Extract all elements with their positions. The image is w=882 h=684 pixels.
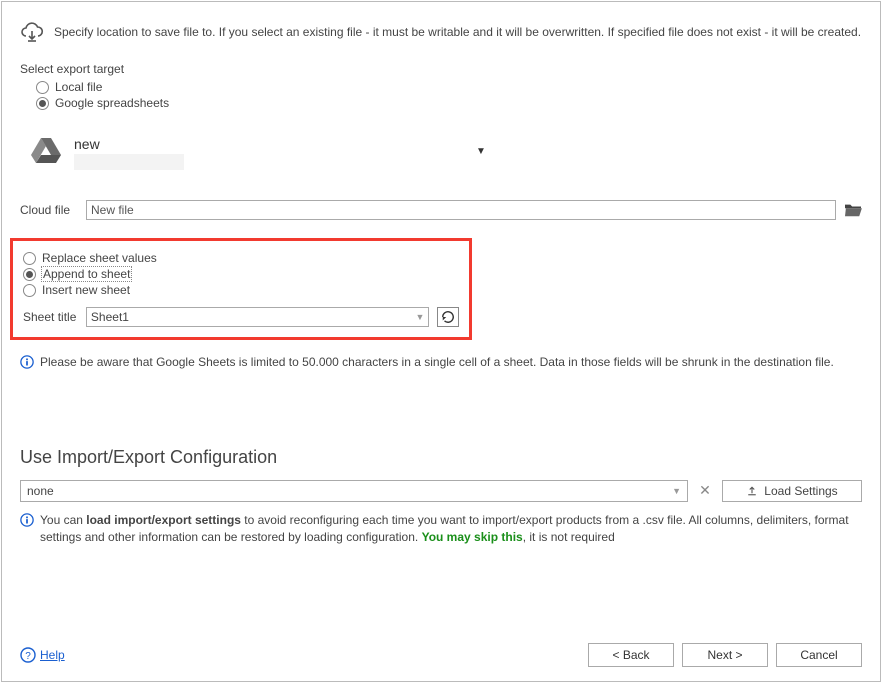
info-icon	[20, 513, 34, 527]
import-export-heading: Use Import/Export Configuration	[20, 447, 862, 468]
account-name: new	[74, 136, 184, 152]
cloud-file-input[interactable]	[86, 200, 836, 220]
txt-part: You can	[40, 513, 86, 527]
back-button[interactable]: < Back	[588, 643, 674, 667]
radio-local-file[interactable]: Local file	[36, 80, 862, 94]
sheet-title-label: Sheet title	[23, 310, 78, 324]
refresh-button[interactable]	[437, 307, 459, 327]
info-icon	[20, 355, 34, 369]
account-info: new	[74, 136, 184, 170]
help-icon: ?	[20, 647, 36, 663]
btn-label: < Back	[612, 648, 649, 662]
radio-label: Replace sheet values	[42, 251, 157, 265]
browse-folder-icon[interactable]	[844, 202, 862, 218]
radio-icon	[23, 252, 36, 265]
config-select[interactable]: none ▼	[20, 480, 688, 502]
radio-google-spreadsheets[interactable]: Google spreadsheets	[36, 96, 862, 110]
help-link[interactable]: ? Help	[20, 647, 65, 663]
google-drive-icon	[30, 136, 62, 164]
cancel-button[interactable]: Cancel	[776, 643, 862, 667]
radio-icon	[23, 284, 36, 297]
txt-green: You may skip this	[422, 530, 523, 544]
btn-label: Cancel	[800, 648, 837, 662]
clear-config-button[interactable]: ✕	[694, 480, 716, 502]
upload-icon	[746, 485, 758, 497]
radio-label: Local file	[55, 80, 102, 94]
account-selector[interactable]: new ▼	[20, 136, 862, 170]
radio-label: Insert new sheet	[42, 283, 130, 297]
nav-buttons: < Back Next > Cancel	[588, 643, 862, 667]
radio-replace-sheet[interactable]: Replace sheet values	[23, 251, 459, 265]
radio-label: Google spreadsheets	[55, 96, 169, 110]
sheet-title-select[interactable]: Sheet1 ▼	[86, 307, 429, 327]
cloud-download-icon	[20, 20, 44, 44]
btn-label: Next >	[707, 648, 742, 662]
sheet-mode-highlight: Replace sheet values Append to sheet Ins…	[10, 238, 472, 340]
config-info: You can load import/export settings to a…	[20, 512, 862, 546]
txt-part: , it is not required	[523, 530, 615, 544]
svg-text:?: ?	[25, 651, 31, 662]
export-dialog: Specify location to save file to. If you…	[1, 1, 881, 682]
config-select-value: none	[27, 484, 54, 498]
radio-insert-sheet[interactable]: Insert new sheet	[23, 283, 459, 297]
chevron-down-icon: ▼	[672, 486, 681, 496]
radio-icon	[36, 81, 49, 94]
account-email-redacted	[74, 154, 184, 170]
cloud-file-row: Cloud file	[20, 200, 862, 220]
export-target-group: Local file Google spreadsheets	[20, 80, 862, 110]
sheets-limit-info: Please be aware that Google Sheets is li…	[20, 354, 862, 371]
close-icon: ✕	[699, 482, 711, 499]
sheet-title-value: Sheet1	[91, 310, 129, 324]
radio-append-sheet[interactable]: Append to sheet	[23, 267, 459, 281]
next-button[interactable]: Next >	[682, 643, 768, 667]
refresh-icon	[441, 310, 455, 324]
config-info-text: You can load import/export settings to a…	[40, 512, 862, 546]
radio-label: Append to sheet	[42, 267, 131, 281]
txt-bold: load import/export settings	[86, 513, 241, 527]
export-target-label: Select export target	[20, 62, 862, 76]
load-settings-button[interactable]: Load Settings	[722, 480, 862, 502]
description-text: Specify location to save file to. If you…	[54, 20, 861, 41]
sheets-limit-text: Please be aware that Google Sheets is li…	[40, 354, 862, 371]
help-label: Help	[40, 648, 65, 662]
description-row: Specify location to save file to. If you…	[20, 20, 862, 44]
chevron-down-icon: ▼	[476, 146, 486, 157]
import-export-row: none ▼ ✕ Load Settings	[20, 480, 862, 502]
chevron-down-icon: ▼	[415, 312, 424, 322]
cloud-file-label: Cloud file	[20, 203, 78, 217]
bottom-bar: ? Help < Back Next > Cancel	[20, 643, 862, 667]
sheet-title-row: Sheet title Sheet1 ▼	[23, 307, 459, 327]
radio-icon	[36, 97, 49, 110]
load-settings-label: Load Settings	[764, 484, 837, 498]
radio-icon	[23, 268, 36, 281]
